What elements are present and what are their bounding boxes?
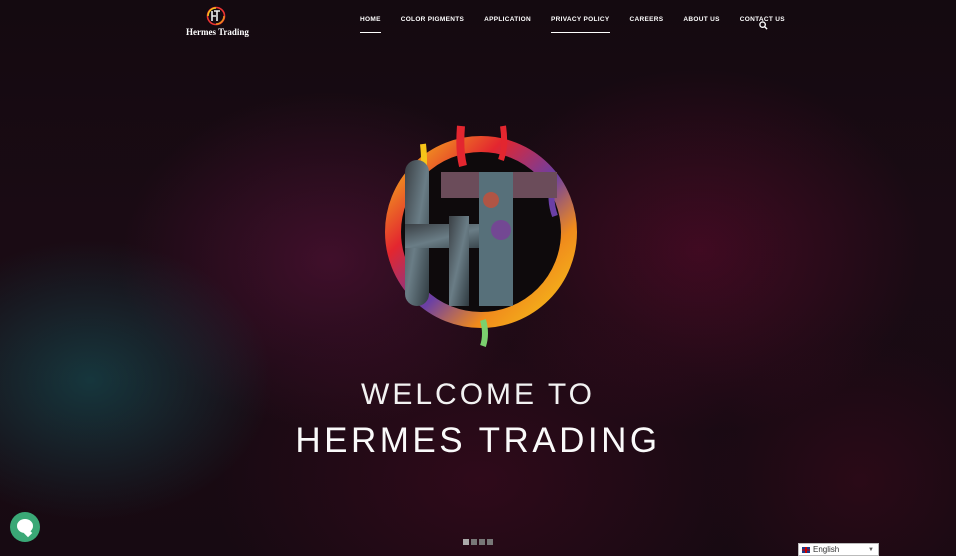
nav-application[interactable]: APPLICATION: [474, 16, 541, 23]
logo-text: Hermes Trading: [186, 27, 249, 37]
nav-privacy-policy[interactable]: PRIVACY POLICY: [541, 16, 620, 33]
language-label: English: [813, 545, 840, 554]
hero-brand: HERMES TRADING: [295, 421, 661, 460]
nav-careers[interactable]: CAREERS: [620, 16, 674, 23]
nav-color-pigments[interactable]: COLOR PIGMENTS: [391, 16, 474, 23]
uk-flag-icon: [802, 546, 810, 553]
nav-about-us[interactable]: ABOUT US: [673, 16, 729, 23]
language-selector[interactable]: English ▼: [798, 543, 879, 556]
chat-widget-button[interactable]: [10, 512, 40, 542]
slide-dot[interactable]: [479, 539, 485, 545]
site-header: Hermes Trading HOME COLOR PIGMENTS APPLI…: [0, 0, 956, 48]
slide-dot[interactable]: [471, 539, 477, 545]
logo-icon: [206, 6, 226, 26]
slide-dot[interactable]: [463, 539, 469, 545]
chevron-down-icon: ▼: [868, 546, 874, 553]
hero-welcome: WELCOME TO: [361, 378, 595, 411]
hero-logo: [383, 120, 581, 353]
slider-pagination: [463, 539, 493, 545]
nav-home[interactable]: HOME: [350, 16, 391, 33]
search-icon[interactable]: [759, 17, 768, 35]
main-nav: HOME COLOR PIGMENTS APPLICATION PRIVACY …: [350, 16, 795, 33]
site-logo[interactable]: Hermes Trading: [186, 6, 249, 37]
slide-dot[interactable]: [487, 539, 493, 545]
